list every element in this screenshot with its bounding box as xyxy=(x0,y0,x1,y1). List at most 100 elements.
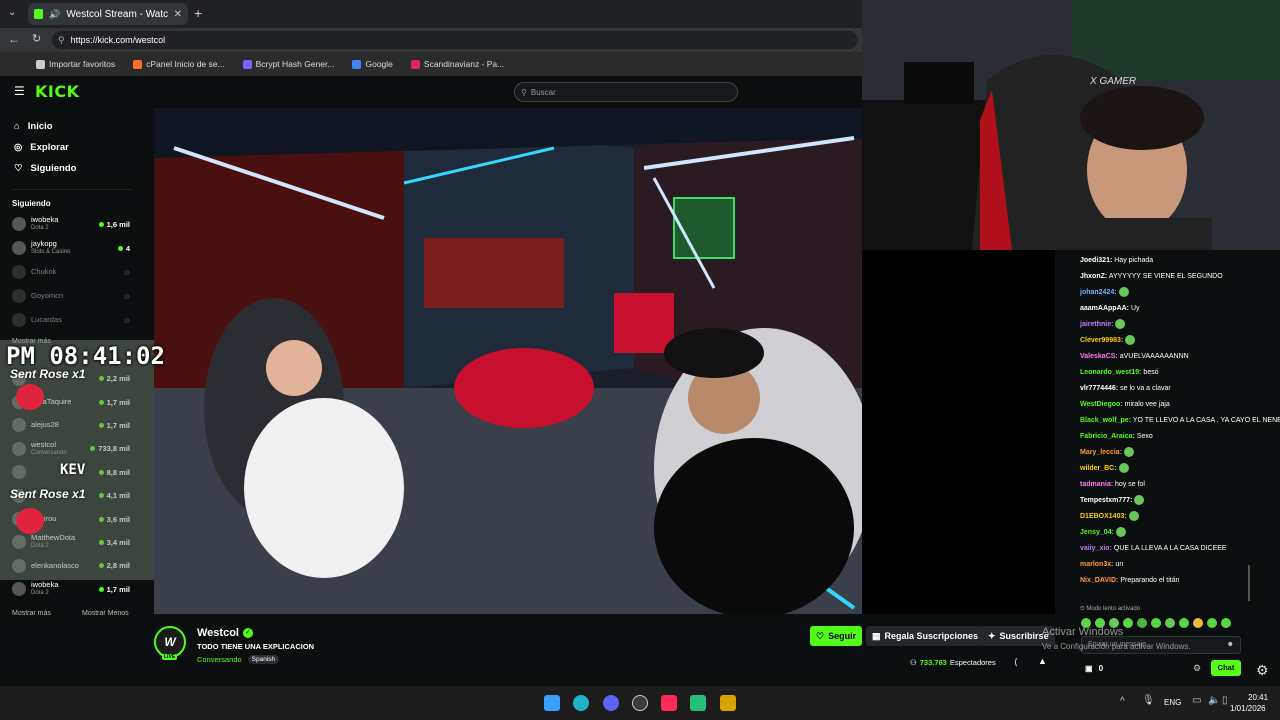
clock-time[interactable]: 20:41 xyxy=(1248,693,1268,702)
app-icon[interactable] xyxy=(690,695,706,711)
url-field[interactable]: ⚲ https://kick.com/westcol xyxy=(52,31,858,49)
bookmark-item[interactable]: cPanel Inicio de se... xyxy=(133,59,225,69)
chat-username[interactable]: tadmania: xyxy=(1080,481,1113,488)
chat-message[interactable]: Joedi321: Hay pichada xyxy=(1055,253,1280,269)
nav-item-explorar[interactable]: ◎ Explorar xyxy=(0,137,154,158)
discord-icon[interactable] xyxy=(603,695,619,711)
chat-username[interactable]: marlon3x: xyxy=(1080,561,1113,568)
windows-start-icon[interactable] xyxy=(544,695,560,711)
show-more-link-2[interactable]: Mostrar más xyxy=(12,610,51,617)
followed-channel[interactable]: Chuknk ⊘ xyxy=(0,260,154,284)
share-icon[interactable]: ⟨ xyxy=(1014,657,1018,668)
tiktok-icon[interactable] xyxy=(661,695,677,711)
chat-username[interactable]: JhxonZ: xyxy=(1080,273,1107,280)
chat-username[interactable]: Jensy_04: xyxy=(1080,529,1114,536)
chat-scrollbar[interactable] xyxy=(1248,565,1250,601)
chat-message[interactable]: WestDiegoo: miralo vee jaja xyxy=(1055,397,1280,413)
nav-item-siguiendo[interactable]: ♡ Siguiendo xyxy=(0,158,154,179)
site-info-icon[interactable]: ⚲ xyxy=(58,35,65,46)
nav-item-inicio[interactable]: ⌂ Inicio xyxy=(0,116,154,137)
bookmark-item[interactable]: Google xyxy=(352,59,393,69)
tray-chevron-icon[interactable]: ^ xyxy=(1120,696,1125,707)
chat-message[interactable]: D1EBOX1403: xyxy=(1055,509,1280,525)
chat-username[interactable]: D1EBOX1403: xyxy=(1080,513,1127,520)
chat-message[interactable]: vlr7774446: se lo va a clavar xyxy=(1055,381,1280,397)
report-icon[interactable]: ▲ xyxy=(1038,656,1047,666)
stream-category[interactable]: Conversando xyxy=(197,655,242,664)
emoji-icon[interactable]: ☻ xyxy=(1227,637,1234,653)
chat-username[interactable]: Mary_leccia: xyxy=(1080,449,1122,456)
chat-username[interactable]: vaiiy_xio: xyxy=(1080,545,1112,552)
recommended-channel[interactable]: iwobeka Dota 2 1,7 mil xyxy=(0,578,154,601)
chat-username[interactable]: ValeskaCS: xyxy=(1080,353,1118,360)
video-player[interactable] xyxy=(154,108,862,614)
chat-message[interactable]: marlon3x: un xyxy=(1055,557,1280,573)
chat-message[interactable]: JhxonZ: AYYYYYY SE VIENE EL SEGUNDO xyxy=(1055,269,1280,285)
kick-logo[interactable]: KICK xyxy=(35,82,80,101)
search-input[interactable]: ⚲ Buscar xyxy=(514,82,738,102)
followed-channel[interactable]: Lucardas ⊘ xyxy=(0,308,154,332)
bookmark-item[interactable]: Bcrypt Hash Gener... xyxy=(242,59,334,69)
chat-settings-icon[interactable]: ⚙ xyxy=(1193,663,1201,674)
chat-message[interactable]: wilder_BC: xyxy=(1055,461,1280,477)
chat-username[interactable]: Clever99983: xyxy=(1080,337,1123,344)
chat-message[interactable]: jairethnie: xyxy=(1055,317,1280,333)
language-tag[interactable]: Spanish xyxy=(247,655,280,664)
chat-username[interactable]: aaamAAppAA: xyxy=(1080,305,1129,312)
chat-username[interactable]: johan2424: xyxy=(1080,289,1117,296)
chat-message[interactable]: Black_wolf_pe: YO TE LLEVO A LA CASA . Y… xyxy=(1055,413,1280,429)
follow-button[interactable]: ♡ Seguir xyxy=(810,626,863,646)
westcol-app-icon[interactable] xyxy=(720,695,736,711)
chat-message[interactable]: Mary_leccia: xyxy=(1055,445,1280,461)
chat-username[interactable]: Nix_DAVID: xyxy=(1080,577,1118,584)
chat-username[interactable]: Leonardo_west19: xyxy=(1080,369,1141,376)
page-settings-icon[interactable]: ⚙ xyxy=(1256,662,1269,679)
obs-icon[interactable] xyxy=(632,695,648,711)
followed-channel[interactable]: jaykopg Slots & Casino 4 xyxy=(0,236,154,260)
search-icon: ⚲ xyxy=(521,87,527,97)
followed-channel[interactable]: Goyomcn ⊘ xyxy=(0,284,154,308)
chat-username[interactable]: jairethnie: xyxy=(1080,321,1113,328)
new-tab-icon[interactable]: + xyxy=(194,5,202,21)
chat-username[interactable]: Tempestxm777: xyxy=(1080,497,1132,504)
tab-list-chevron-icon[interactable]: ⌄ xyxy=(8,7,16,18)
chat-message[interactable]: ValeskaCS: aVUELVAAAAAANNN xyxy=(1055,349,1280,365)
chat-message[interactable]: aaamAAppAA: Uy xyxy=(1055,301,1280,317)
channel-name[interactable]: Westcol xyxy=(197,627,239,639)
volume-icon[interactable]: 🔈 xyxy=(1208,695,1220,706)
chat-username[interactable]: wilder_BC: xyxy=(1080,465,1117,472)
back-icon[interactable]: ← xyxy=(8,32,20,46)
audio-icon[interactable]: 🔊 xyxy=(49,9,60,20)
chat-message[interactable]: Tempestxm777: xyxy=(1055,493,1280,509)
browser-tab[interactable]: 🔊 Westcol Stream - Watch Live ✕ xyxy=(28,3,188,25)
monitor-icon[interactable]: ▭ xyxy=(1192,695,1201,706)
reload-icon[interactable]: ↻ xyxy=(32,32,41,45)
battery-icon[interactable]: ▯ xyxy=(1222,695,1228,706)
chat-username[interactable]: WestDiegoo: xyxy=(1080,401,1123,408)
tray-lang[interactable]: ENG xyxy=(1164,698,1181,707)
chat-message[interactable]: Clever99983: xyxy=(1055,333,1280,349)
show-less-link[interactable]: Mostrar Menos xyxy=(82,610,129,617)
chat-username[interactable]: Black_wolf_pe: xyxy=(1080,417,1131,424)
bookmark-item[interactable]: Importar favoritos xyxy=(36,59,115,69)
chat-username[interactable]: vlr7774446: xyxy=(1080,385,1118,392)
points-counter[interactable]: ▣ 0 xyxy=(1085,664,1103,673)
chat-message[interactable]: Fabricio_Araica: Sexo xyxy=(1055,429,1280,445)
chat-username[interactable]: Fabricio_Araica: xyxy=(1080,433,1135,440)
clock-date[interactable]: 1/01/2026 xyxy=(1230,704,1266,713)
chat-message[interactable]: Leonardo_west19: besó xyxy=(1055,365,1280,381)
chat-send-button[interactable]: Chat xyxy=(1211,660,1241,676)
menu-icon[interactable]: ☰ xyxy=(14,84,25,98)
chat-message[interactable]: tadmania: hoy se fol xyxy=(1055,477,1280,493)
chat-message[interactable]: Jensy_04: xyxy=(1055,525,1280,541)
followed-channel[interactable]: iwobeka Dota 2 1,6 mil xyxy=(0,212,154,236)
chat-message[interactable]: Nix_DAVID: Preparando el titán xyxy=(1055,573,1280,589)
mic-icon[interactable]: 🎙 xyxy=(1142,695,1155,706)
chat-message[interactable]: johan2424: xyxy=(1055,285,1280,301)
bookmark-item[interactable]: Scandinavianz - Pa... xyxy=(410,59,504,69)
chat-message[interactable]: vaiiy_xio: QUE LA LLEVA A LA CASA DICEEE xyxy=(1055,541,1280,557)
gift-subs-button[interactable]: ▦ Regala Suscripciones xyxy=(866,626,985,646)
close-tab-icon[interactable]: ✕ xyxy=(174,9,182,20)
chat-username[interactable]: Joedi321: xyxy=(1080,257,1112,264)
edge-icon[interactable] xyxy=(573,695,589,711)
